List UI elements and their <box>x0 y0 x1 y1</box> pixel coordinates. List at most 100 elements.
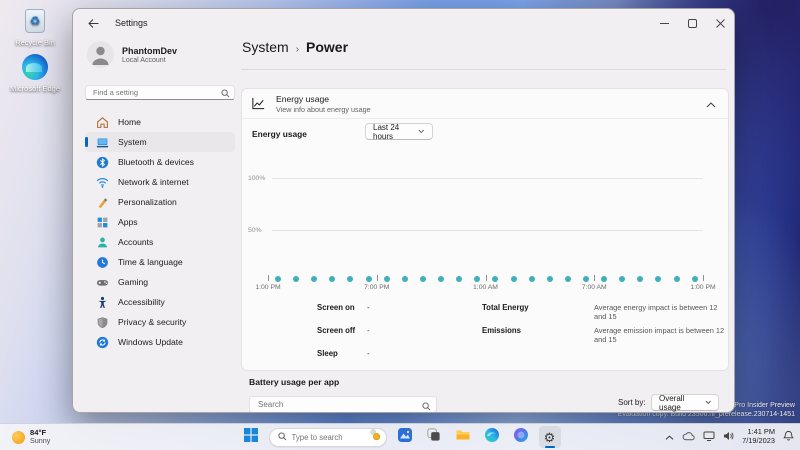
sidebar-item-gaming[interactable]: Gaming <box>85 272 235 292</box>
sidebar-item-label: Privacy & security <box>118 317 187 327</box>
search-icon <box>422 398 431 412</box>
desktop-icon-recycle-bin[interactable]: ♻ Recycle Bin <box>6 6 64 47</box>
network-icon[interactable] <box>703 428 715 446</box>
chart-point <box>492 276 499 282</box>
sidebar-item-bluetooth-devices[interactable]: Bluetooth & devices <box>85 152 235 172</box>
recycle-bin-icon: ♻ <box>20 6 50 36</box>
taskbar-photos-button[interactable] <box>394 426 416 448</box>
notification-bell-icon[interactable] <box>783 428 794 446</box>
x-axis-tick-label: 7:00 AM <box>581 284 607 291</box>
sidebar-item-label: Bluetooth & devices <box>118 157 194 167</box>
sort-by-dropdown[interactable]: Overall usage <box>651 393 719 412</box>
chart-point <box>637 276 644 282</box>
chart-point <box>383 276 390 282</box>
battery-search <box>249 394 437 412</box>
energy-stats-right: Total Energy Average energy impact is bet… <box>482 303 728 349</box>
sidebar-search-input[interactable] <box>85 85 235 100</box>
copilot-button[interactable] <box>510 426 532 448</box>
chevron-up-icon[interactable] <box>706 95 716 113</box>
stat-value: - <box>367 303 370 312</box>
sidebar-item-label: Accessibility <box>118 297 165 307</box>
chart-point <box>365 276 372 282</box>
sidebar-item-label: Windows Update <box>118 337 183 347</box>
y-axis-label-50: 50% <box>248 227 262 234</box>
onedrive-cloud-icon[interactable] <box>682 428 695 446</box>
sidebar-item-home[interactable]: Home <box>85 112 235 132</box>
stat-row-screen-on: Screen on - <box>317 303 370 317</box>
back-button[interactable] <box>79 12 107 34</box>
gaming-icon <box>96 276 109 289</box>
sidebar-item-accessibility[interactable]: Accessibility <box>85 292 235 312</box>
x-axis-tick-label: 1:00 PM <box>255 284 281 291</box>
breadcrumb-system[interactable]: System <box>242 39 289 55</box>
battery-search-input[interactable] <box>249 396 437 412</box>
sort-by-label: Sort by: <box>618 398 646 407</box>
x-axis-tick <box>594 275 596 281</box>
update-icon <box>96 336 109 349</box>
window-titlebar[interactable]: Settings <box>73 9 734 37</box>
accessibility-icon <box>96 296 109 309</box>
settings-taskbar-button[interactable]: ⚙ <box>538 426 561 448</box>
task-view-button[interactable] <box>423 426 445 448</box>
selected-indicator <box>85 137 88 147</box>
network-icon <box>96 176 109 189</box>
widgets-weather-button[interactable]: 84°F Sunny <box>8 424 54 450</box>
start-button[interactable] <box>240 426 262 448</box>
taskbar-search-box[interactable] <box>268 427 387 447</box>
chart-point <box>275 276 281 282</box>
volume-icon[interactable] <box>723 428 734 446</box>
taskbar-search-input[interactable] <box>291 432 364 442</box>
sun-icon <box>12 430 25 444</box>
windows-logo-icon <box>243 427 258 447</box>
sidebar-item-label: Accounts <box>118 237 154 247</box>
settings-sidebar: PhantomDev Local Account Home System Bluet… <box>85 41 235 352</box>
content-divider <box>241 69 726 70</box>
energy-chart-plot: 1:00 PM 7:00 PM 1:00 AM 7:00 AM 1:00 PM <box>255 159 716 299</box>
search-highlight-medal-icon <box>369 428 382 446</box>
stat-label: Emissions <box>482 326 521 335</box>
sidebar-item-privacy-security[interactable]: Privacy & security <box>85 312 235 332</box>
active-app-indicator <box>544 445 555 448</box>
tray-chevron-up-icon[interactable] <box>665 428 674 446</box>
chart-point <box>691 276 698 282</box>
apps-icon <box>96 216 109 229</box>
sidebar-item-label: Gaming <box>118 277 149 287</box>
energy-card-header[interactable]: Energy usage View info about energy usag… <box>242 89 728 119</box>
chart-point <box>329 276 336 282</box>
photos-icon <box>397 427 413 448</box>
sidebar-item-apps[interactable]: Apps <box>85 212 235 232</box>
close-button[interactable] <box>706 9 734 37</box>
sort-by-value: Overall usage <box>659 393 685 412</box>
y-axis-label-100: 100% <box>248 175 266 182</box>
sidebar-item-personalization[interactable]: Personalization <box>85 192 235 212</box>
chart-point <box>583 276 590 282</box>
chart-point <box>528 276 535 282</box>
breadcrumb: System › Power <box>242 39 348 55</box>
stat-value: - <box>367 349 370 358</box>
system-icon <box>96 136 109 149</box>
chart-point <box>438 276 445 282</box>
sidebar-item-system[interactable]: System <box>85 132 235 152</box>
sidebar-item-time-language[interactable]: Time & language <box>85 252 235 272</box>
chart-point <box>347 276 354 282</box>
time-range-value: Last 24 hours <box>373 122 400 141</box>
tray-clock[interactable]: 1:41 PM 7/19/2023 <box>742 428 775 445</box>
line-chart-icon <box>251 96 266 111</box>
desktop-icon-microsoft-edge[interactable]: Microsoft Edge <box>6 52 64 93</box>
breadcrumb-separator-icon: › <box>295 44 300 55</box>
x-axis-tick <box>703 275 704 281</box>
sidebar-item-accounts[interactable]: Accounts <box>85 232 235 252</box>
time-range-dropdown[interactable]: Last 24 hours <box>365 122 433 141</box>
edge-button[interactable] <box>481 426 503 448</box>
maximize-button[interactable] <box>678 9 706 37</box>
stat-label: Screen off <box>317 326 356 335</box>
file-explorer-button[interactable] <box>452 426 474 448</box>
x-axis-tick-label: 7:00 PM <box>364 284 390 291</box>
sidebar-item-windows-update[interactable]: Windows Update <box>85 332 235 352</box>
chart-point <box>673 276 680 282</box>
account-row[interactable]: PhantomDev Local Account <box>85 41 235 68</box>
account-name: PhantomDev <box>122 45 178 56</box>
energy-card-title: Energy usage <box>276 93 330 104</box>
sidebar-item-network-internet[interactable]: Network & internet <box>85 172 235 192</box>
minimize-button[interactable] <box>650 9 678 37</box>
